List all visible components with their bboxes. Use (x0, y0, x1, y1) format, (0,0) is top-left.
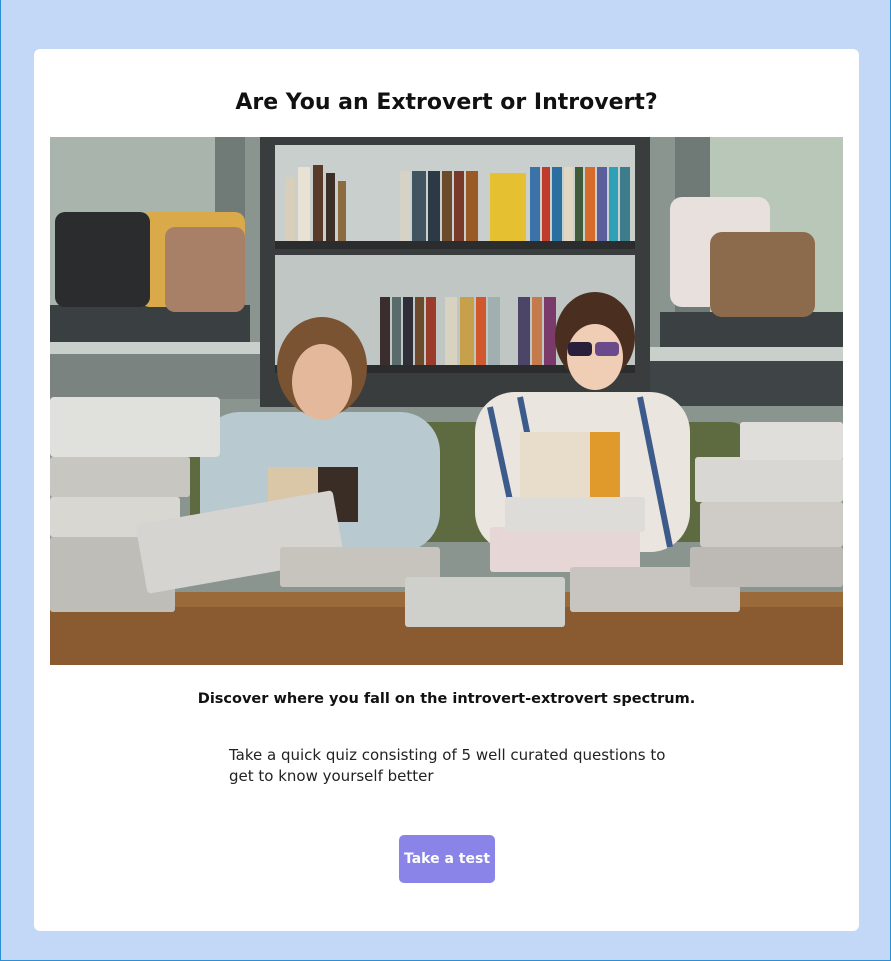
take-test-button[interactable]: Take a test (399, 835, 495, 883)
landing-card: Are You an Extrovert or Introvert? Disco… (34, 49, 859, 931)
page-title: Are You an Extrovert or Introvert? (235, 90, 658, 115)
quiz-description: Take a quick quiz consisting of 5 well c… (229, 746, 666, 785)
hero-image (50, 137, 843, 665)
page-subtitle: Discover where you fall on the introvert… (197, 691, 696, 707)
